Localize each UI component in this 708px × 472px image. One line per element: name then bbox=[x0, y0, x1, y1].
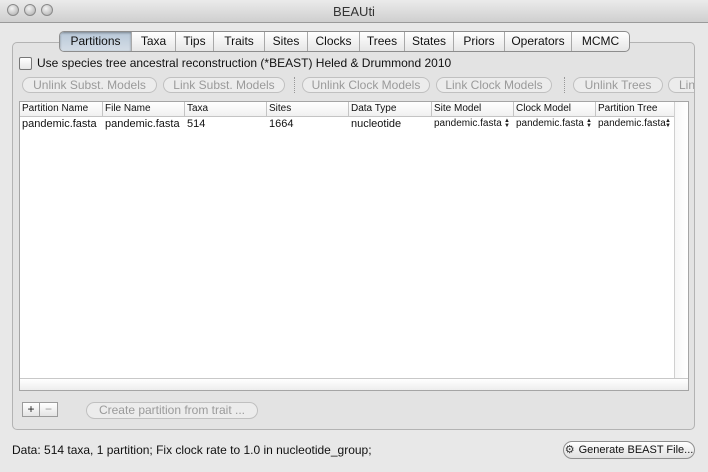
cell-taxa: 514 bbox=[187, 118, 206, 130]
tab-trees[interactable]: Trees bbox=[359, 32, 404, 51]
tab-taxa[interactable]: Taxa bbox=[131, 32, 175, 51]
toolbar-separator bbox=[294, 77, 295, 93]
partition-toolbar: Unlink Subst. Models Link Subst. Models … bbox=[22, 77, 694, 93]
unlink-subst-models-button[interactable]: Unlink Subst. Models bbox=[22, 77, 157, 93]
species-tree-label: Use species tree ancestral reconstructio… bbox=[37, 56, 452, 70]
vertical-scrollbar[interactable] bbox=[674, 102, 688, 380]
tab-traits[interactable]: Traits bbox=[213, 32, 264, 51]
horizontal-scrollbar[interactable] bbox=[20, 378, 688, 390]
species-tree-option[interactable]: Use species tree ancestral reconstructio… bbox=[19, 55, 451, 71]
table-row[interactable]: pandemic.fasta pandemic.fasta 514 1664 n… bbox=[20, 117, 675, 131]
generate-beast-file-label: Generate BEAST File... bbox=[578, 444, 694, 456]
partition-tree-select[interactable]: pandemic.fasta ▲ ▼ bbox=[596, 117, 675, 131]
tab-mcmc[interactable]: MCMC bbox=[571, 32, 629, 51]
tab-operators[interactable]: Operators bbox=[504, 32, 571, 51]
unlink-trees-button[interactable]: Unlink Trees bbox=[573, 77, 663, 93]
tab-clocks[interactable]: Clocks bbox=[307, 32, 359, 51]
up-down-arrows-icon: ▲ ▼ bbox=[665, 118, 671, 129]
column-header-partition-name[interactable]: Partition Name bbox=[20, 102, 103, 116]
column-header-site-model[interactable]: Site Model bbox=[432, 102, 514, 116]
tab-states[interactable]: States bbox=[404, 32, 453, 51]
species-tree-checkbox[interactable] bbox=[19, 56, 32, 70]
title-bar: BEAUti bbox=[0, 0, 708, 23]
tab-bar: Partitions Taxa Tips Traits Sites Clocks… bbox=[59, 31, 630, 52]
link-trees-button[interactable]: Link Trees bbox=[668, 77, 694, 93]
partitions-table: Partition Name File Name Taxa Sites Data… bbox=[19, 101, 689, 391]
status-text: Data: 514 taxa, 1 partition; Fix clock r… bbox=[12, 443, 372, 457]
unlink-clock-models-button[interactable]: Unlink Clock Models bbox=[302, 77, 430, 93]
generate-beast-file-button[interactable]: ⚙ Generate BEAST File... bbox=[563, 441, 695, 459]
column-header-clock-model[interactable]: Clock Model bbox=[514, 102, 596, 116]
link-subst-models-button[interactable]: Link Subst. Models bbox=[163, 77, 285, 93]
add-remove-controls: + − bbox=[22, 402, 58, 417]
remove-partition-button[interactable]: − bbox=[40, 402, 58, 417]
table-header: Partition Name File Name Taxa Sites Data… bbox=[20, 102, 675, 117]
tab-partitions[interactable]: Partitions bbox=[60, 32, 131, 51]
tab-sites[interactable]: Sites bbox=[264, 32, 307, 51]
link-clock-models-button[interactable]: Link Clock Models bbox=[436, 77, 552, 93]
site-model-value: pandemic.fasta bbox=[434, 118, 502, 129]
column-header-file-name[interactable]: File Name bbox=[103, 102, 185, 116]
cell-file-name: pandemic.fasta bbox=[105, 118, 180, 130]
window-title: BEAUti bbox=[333, 4, 375, 19]
add-partition-button[interactable]: + bbox=[22, 402, 40, 417]
up-down-arrows-icon: ▲ ▼ bbox=[504, 118, 510, 129]
cell-sites: 1664 bbox=[269, 118, 294, 130]
site-model-select[interactable]: pandemic.fasta ▲ ▼ bbox=[432, 117, 514, 131]
column-header-partition-tree[interactable]: Partition Tree bbox=[596, 102, 675, 116]
clock-model-value: pandemic.fasta bbox=[516, 118, 584, 129]
tab-tips[interactable]: Tips bbox=[175, 32, 213, 51]
toolbar-separator bbox=[564, 77, 565, 93]
cell-data-type: nucleotide bbox=[351, 118, 402, 130]
clock-model-select[interactable]: pandemic.fasta ▲ ▼ bbox=[514, 117, 596, 131]
cell-partition-name[interactable]: pandemic.fasta bbox=[20, 117, 103, 131]
column-header-sites[interactable]: Sites bbox=[267, 102, 349, 116]
up-down-arrows-icon: ▲ ▼ bbox=[586, 118, 592, 129]
create-partition-from-trait-button[interactable]: Create partition from trait ... bbox=[86, 402, 258, 419]
column-header-taxa[interactable]: Taxa bbox=[185, 102, 267, 116]
gear-icon: ⚙ bbox=[564, 444, 575, 456]
tab-priors[interactable]: Priors bbox=[453, 32, 504, 51]
partition-tree-value: pandemic.fasta bbox=[598, 118, 666, 129]
column-header-data-type[interactable]: Data Type bbox=[349, 102, 432, 116]
